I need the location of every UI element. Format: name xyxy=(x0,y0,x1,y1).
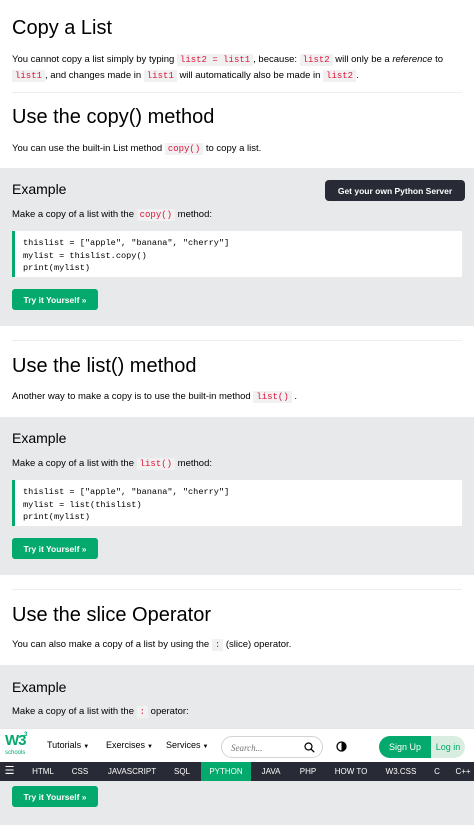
inline-code: copy() xyxy=(136,209,176,221)
topnav-c[interactable]: C xyxy=(427,762,447,781)
text: Make a copy of a list with the xyxy=(12,209,134,220)
code-line: thislist = ["apple", "banana", "cherry"] xyxy=(23,238,230,248)
signup-button[interactable]: Sign Up xyxy=(379,736,431,758)
search-input[interactable] xyxy=(231,741,301,754)
text: (slice) operator. xyxy=(225,639,292,650)
example-title: Example xyxy=(12,181,67,197)
text: Make a copy of a list with the xyxy=(12,706,134,717)
topnav-css[interactable]: CSS xyxy=(64,762,96,781)
inline-code: copy() xyxy=(164,143,204,155)
text: . xyxy=(294,391,298,402)
copy-method-paragraph: You can use the built-in List method cop… xyxy=(12,141,464,157)
text: , and changes made in xyxy=(45,70,142,81)
topnav-howto[interactable]: HOW TO xyxy=(327,762,375,781)
code-line: print(mylist) xyxy=(23,512,91,522)
text: to copy a list. xyxy=(205,143,262,154)
try-it-yourself-button[interactable]: Try it Yourself » xyxy=(12,786,98,807)
logo-subtext: schools xyxy=(5,750,26,756)
text: method: xyxy=(177,458,212,469)
divider xyxy=(12,589,462,590)
code-line: print(mylist) xyxy=(23,263,91,273)
inline-code: list2 xyxy=(299,54,333,66)
main-navbar: W3 3 schools Tutorials ▼ Exercises ▼ Servi… xyxy=(0,728,474,762)
text: . xyxy=(356,70,359,81)
nav-services-label: Services xyxy=(166,740,201,750)
search-icon[interactable] xyxy=(304,742,315,753)
search-box[interactable] xyxy=(221,736,323,758)
code-line: mylist = list(thislist) xyxy=(23,499,142,510)
code-block: thislist = ["apple", "banana", "cherry"]… xyxy=(12,231,462,277)
text: Make a copy of a list with the xyxy=(12,458,134,469)
list-method-paragraph: Another way to make a copy is to use the… xyxy=(12,389,464,405)
text: operator: xyxy=(150,706,189,717)
topnav-php[interactable]: PHP xyxy=(291,762,325,781)
subject-topnav: ☰ HTML CSS JAVASCRIPT SQL PYTHON JAVA PH… xyxy=(0,762,474,781)
code-line: thislist = ["apple", "banana", "cherry"] xyxy=(23,487,230,497)
w3schools-logo[interactable]: W3 3 schools xyxy=(5,732,31,760)
inline-code: list1 xyxy=(143,70,177,82)
inline-code: list1 xyxy=(12,70,46,82)
topnav-cpp[interactable]: C++ xyxy=(452,762,474,781)
emphasis-text: reference xyxy=(392,54,433,65)
section-title-list-method: Use the list() method xyxy=(12,355,197,377)
text: You can also make a copy of a list by us… xyxy=(12,639,210,650)
text: will only be a xyxy=(335,54,390,65)
nav-services[interactable]: Services ▼ xyxy=(166,740,208,750)
example-title: Example xyxy=(12,679,67,695)
try-it-yourself-button[interactable]: Try it Yourself » xyxy=(12,538,98,559)
text: , because: xyxy=(253,54,297,65)
example-box-copy: Example Get your own Python Server Make … xyxy=(0,168,474,326)
section-title-copy-method: Use the copy() method xyxy=(12,106,215,128)
inline-code: list() xyxy=(136,458,176,470)
topnav-java[interactable]: JAVA xyxy=(253,762,289,781)
code-line: mylist = thislist.copy() xyxy=(23,250,147,261)
nav-exercises[interactable]: Exercises ▼ xyxy=(106,740,153,750)
inline-code: : xyxy=(211,639,224,651)
text: You cannot copy a list simply by typing xyxy=(12,54,175,65)
topnav-w3css[interactable]: W3.CSS xyxy=(378,762,424,781)
nav-exercises-label: Exercises xyxy=(106,740,146,750)
caret-down-icon: ▼ xyxy=(83,744,90,750)
topnav-python[interactable]: PYTHON xyxy=(201,762,251,781)
example-description: Make a copy of a list with the : operato… xyxy=(12,706,189,718)
topnav-javascript[interactable]: JAVASCRIPT xyxy=(100,762,164,781)
copy-list-paragraph: You cannot copy a list simply by typing … xyxy=(12,52,464,84)
section-title-slice: Use the slice Operator xyxy=(12,604,211,626)
inline-code: list2 xyxy=(323,70,357,82)
slice-paragraph: You can also make a copy of a list by us… xyxy=(12,637,464,653)
nav-tutorials-label: Tutorials xyxy=(47,740,82,750)
inline-code: list() xyxy=(253,391,292,403)
text: to xyxy=(435,54,444,65)
divider xyxy=(12,340,462,341)
example-box-list: Example Make a copy of a list with the l… xyxy=(0,417,474,575)
section-title-copy-list: Copy a List xyxy=(12,17,113,39)
topnav-html[interactable]: HTML xyxy=(27,762,59,781)
inline-code: list2 = list1 xyxy=(176,54,254,66)
example-description: Make a copy of a list with the list() me… xyxy=(12,458,212,470)
logo-text: W3 xyxy=(5,732,26,749)
caret-down-icon: ▼ xyxy=(147,744,153,750)
menu-icon[interactable]: ☰ xyxy=(0,762,19,781)
example-title: Example xyxy=(12,430,67,446)
example-description: Make a copy of a list with the copy() me… xyxy=(12,209,212,221)
caret-down-icon: ▼ xyxy=(202,744,209,750)
divider xyxy=(12,92,462,93)
text: method: xyxy=(177,209,212,220)
topnav-sql[interactable]: SQL xyxy=(166,762,198,781)
logo-superscript: 3 xyxy=(24,732,28,738)
text: Another way to make a copy is to use the… xyxy=(12,391,251,402)
try-it-yourself-button[interactable]: Try it Yourself » xyxy=(12,289,98,310)
get-server-button[interactable]: Get your own Python Server xyxy=(325,180,465,201)
text: You can use the built-in List method xyxy=(12,143,163,154)
login-button[interactable]: Log in xyxy=(431,736,465,758)
nav-tutorials[interactable]: Tutorials ▼ xyxy=(47,740,89,750)
inline-code: : xyxy=(136,706,149,718)
theme-toggle-icon[interactable] xyxy=(336,741,347,752)
text: will automatically also be made in xyxy=(179,70,321,81)
code-block: thislist = ["apple", "banana", "cherry"]… xyxy=(12,480,462,526)
